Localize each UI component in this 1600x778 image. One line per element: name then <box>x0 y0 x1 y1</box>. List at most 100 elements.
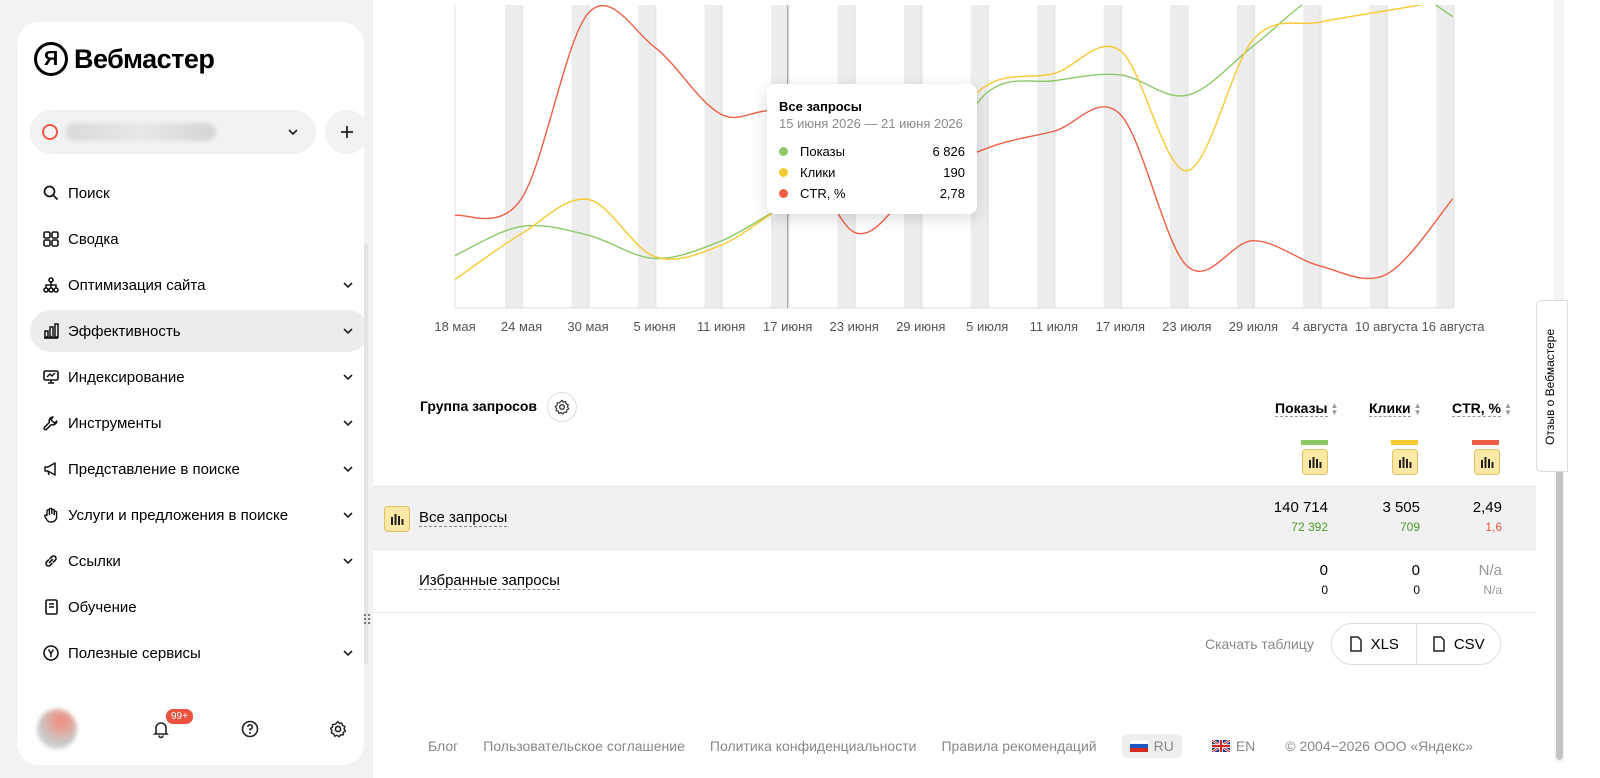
sidebar-item-label: Оптимизация сайта <box>68 276 206 294</box>
query-group-link[interactable]: Все запросы <box>419 509 508 527</box>
sidebar-item-7[interactable]: Услуги и предложения в поиске <box>30 494 369 536</box>
column-chart-toggle[interactable] <box>1392 449 1418 475</box>
download-csv-button[interactable]: CSV <box>1417 624 1501 664</box>
table-bottom-divider <box>373 612 1536 613</box>
query-group-link[interactable]: Избранные запросы <box>419 572 560 590</box>
wrench-icon <box>43 416 58 431</box>
sidebar-nav: Поиск Сводка Оптимизация сайта Эффективност… <box>30 172 369 678</box>
bar-chart-icon <box>1309 457 1322 468</box>
chevron-down-icon <box>343 466 353 473</box>
x-tick-label: 4 августа <box>1292 319 1348 334</box>
chevron-down-icon <box>343 650 353 657</box>
add-site-button[interactable] <box>325 110 369 154</box>
link-icon <box>45 555 57 567</box>
megaphone-icon <box>44 462 56 476</box>
uk-flag-icon <box>1211 740 1230 752</box>
sidebar-item-3[interactable]: Эффективность <box>30 310 369 352</box>
x-tick-label: 5 июня <box>634 319 676 334</box>
footer: Блог Пользовательское соглашение Политик… <box>428 734 1498 758</box>
notifications-badge: 99+ <box>164 707 195 726</box>
tooltip-metric-name: Клики <box>800 165 836 180</box>
footer-link-privacy[interactable]: Политика конфиденциальности <box>710 738 917 754</box>
sidebar-item-6[interactable]: Представление в поиске <box>30 448 369 490</box>
book-icon <box>45 599 58 615</box>
sidebar-item-label: Обучение <box>68 598 137 616</box>
table-row[interactable]: Все запросы 140 714 72 392 3 505 709 2,49 1,6 <box>373 486 1536 549</box>
sidebar-item-label: Ссылки <box>68 552 121 570</box>
sidebar-item-0[interactable]: Поиск <box>30 172 369 214</box>
sidebar-item-8[interactable]: Ссылки <box>30 540 369 582</box>
footer-link-blog[interactable]: Блог <box>428 738 458 754</box>
footer-link-terms[interactable]: Пользовательское соглашение <box>483 738 685 754</box>
hand-icon <box>44 507 58 523</box>
csv-label: CSV <box>1453 635 1485 653</box>
sidebar-bottom-bar: 99+ <box>37 707 357 751</box>
table-cell: N/a N/a <box>1382 562 1502 597</box>
site-favicon-icon <box>42 124 58 140</box>
sidebar-item-10[interactable]: Полезные сервисы <box>30 632 369 674</box>
xls-label: XLS <box>1370 635 1399 653</box>
column-header-label: CTR, % <box>1452 400 1501 417</box>
file-icon <box>1433 636 1445 652</box>
query-group-title: Группа запросов <box>420 398 538 414</box>
lang-en-button[interactable]: EN <box>1204 734 1263 758</box>
settings-gear-icon[interactable] <box>328 719 348 739</box>
download-xls-button[interactable]: XLS <box>1332 624 1417 664</box>
footer-link-recommendations[interactable]: Правила рекомендаций <box>941 738 1096 754</box>
tooltip-date-range: 15 июня 2026 — 21 июня 2026 <box>779 116 963 131</box>
tooltip-metric-name: CTR, % <box>800 186 846 201</box>
sidebar-scrollbar[interactable] <box>364 244 368 664</box>
sidebar-item-label: Поиск <box>68 184 110 202</box>
chevron-down-icon <box>288 129 298 136</box>
tooltip-metric-value: 190 <box>943 165 965 180</box>
chevron-down-icon <box>343 374 353 381</box>
x-tick-label: 18 мая <box>434 319 475 334</box>
sidebar-item-5[interactable]: Инструменты <box>30 402 369 444</box>
column-chart-toggle[interactable] <box>1474 449 1500 475</box>
table-row[interactable]: Избранные запросы 0 0 0 0 N/a N/a <box>373 549 1536 612</box>
weekend-band <box>1436 5 1455 308</box>
weekend-band <box>1037 5 1056 308</box>
site-selector[interactable] <box>30 110 316 154</box>
sort-icon: ▲ ▼ <box>1330 400 1339 417</box>
query-group-settings-button[interactable] <box>547 392 577 422</box>
column-header-1[interactable]: Клики ▲ ▼ <box>1369 400 1422 417</box>
legend-dot <box>779 189 788 198</box>
main-content: 18 мая 24 мая 30 мая 5 июня 11 июня 17 июня 23… <box>373 0 1536 778</box>
sidebar-item-9[interactable]: Обучение <box>30 586 369 628</box>
tooltip-metric-value: 2,78 <box>939 186 965 201</box>
sidebar-item-1[interactable]: Сводка <box>30 218 369 260</box>
yandex-services-icon <box>43 645 59 661</box>
weekend-band <box>637 5 657 308</box>
page-scrollbar-thumb[interactable] <box>1556 470 1563 760</box>
column-header-2[interactable]: CTR, % ▲ ▼ <box>1452 400 1512 417</box>
sidebar-item-label: Инструменты <box>68 414 162 432</box>
tooltip-metric-name: Показы <box>800 144 845 159</box>
logo[interactable]: Я Вебмастер <box>34 42 215 76</box>
row-chart-toggle[interactable] <box>384 506 410 532</box>
avatar[interactable] <box>37 709 77 749</box>
lang-ru-label: RU <box>1153 738 1174 754</box>
bar-chart-icon <box>1399 457 1412 468</box>
weekend-band <box>1303 5 1322 308</box>
settings-gear-icon <box>554 399 570 415</box>
help-icon[interactable] <box>240 719 260 739</box>
cell-delta: N/a <box>1483 583 1502 597</box>
chevron-down-icon <box>343 420 353 427</box>
x-tick-label: 10 августа <box>1355 319 1419 334</box>
sidebar-item-4[interactable]: Индексирование <box>30 356 369 398</box>
lang-ru-button[interactable]: RU <box>1121 734 1182 758</box>
column-header-0[interactable]: Показы ▲ ▼ <box>1275 400 1338 417</box>
sidebar-item-2[interactable]: Оптимизация сайта <box>30 264 369 306</box>
x-tick-label: 23 июня <box>830 319 879 334</box>
column-chart-toggle[interactable] <box>1302 449 1328 475</box>
logo-text: Вебмастер <box>74 43 215 74</box>
sort-icon: ▲ ▼ <box>1504 400 1512 417</box>
x-tick-label: 23 июля <box>1162 319 1211 334</box>
x-tick-label: 30 мая <box>567 319 608 334</box>
sidebar-item-label: Полезные сервисы <box>68 644 201 662</box>
sort-icon: ▲ ▼ <box>1413 400 1422 417</box>
cell-delta: 1,6 <box>1485 520 1502 534</box>
feedback-tab-label: Отзыв о Вебмастере <box>1543 328 1557 445</box>
bar-chart-icon <box>1481 457 1494 468</box>
